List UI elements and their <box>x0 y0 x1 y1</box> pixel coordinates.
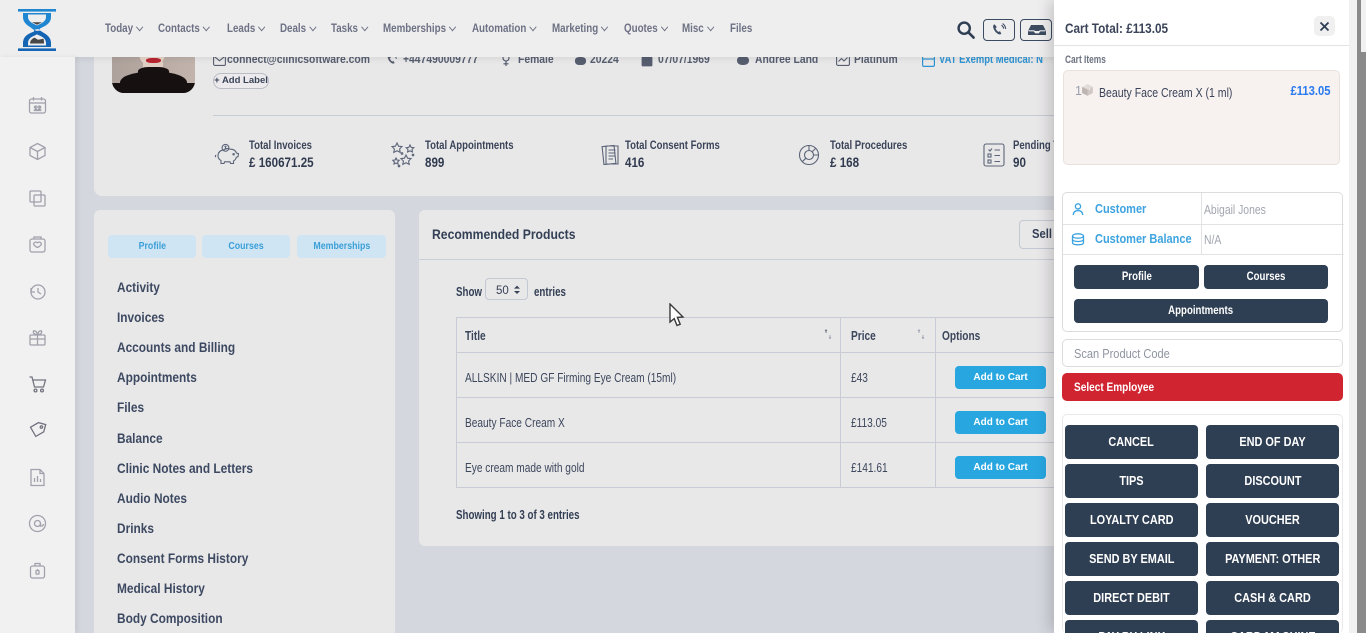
svg-text:12: 12 <box>34 106 42 113</box>
